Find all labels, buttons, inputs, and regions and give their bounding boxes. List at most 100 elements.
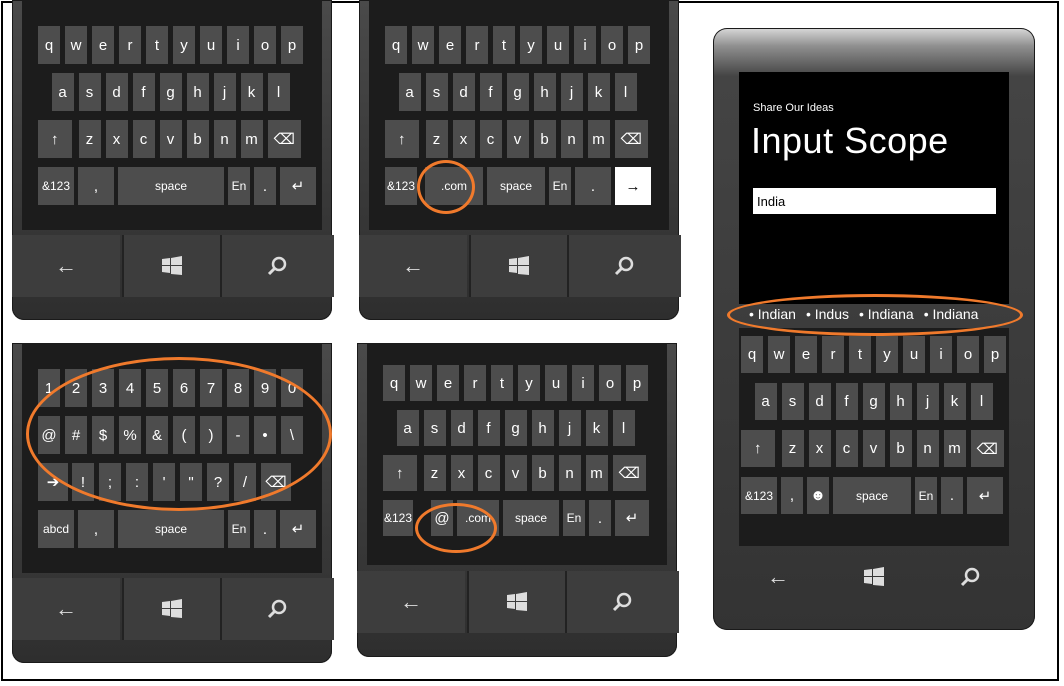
key-r[interactable]: r bbox=[464, 365, 486, 401]
key-i[interactable]: i bbox=[930, 336, 952, 373]
key-0[interactable]: 0 bbox=[281, 369, 303, 407]
key-period[interactable]: . bbox=[254, 510, 276, 548]
key-e[interactable]: e bbox=[437, 365, 459, 401]
key-j[interactable]: j bbox=[560, 73, 583, 111]
key-s[interactable]: s bbox=[781, 383, 804, 420]
key-c[interactable]: c bbox=[477, 455, 500, 491]
key-z[interactable]: z bbox=[781, 430, 804, 467]
key-m[interactable]: m bbox=[240, 120, 263, 158]
key-k[interactable]: k bbox=[943, 383, 966, 420]
key-k[interactable]: k bbox=[587, 73, 610, 111]
key-u[interactable]: u bbox=[547, 26, 569, 64]
key-letters[interactable]: abcd bbox=[38, 510, 74, 548]
key-symbols[interactable]: &123 bbox=[741, 477, 777, 514]
key-dotcom[interactable]: .com bbox=[457, 500, 499, 536]
key-p[interactable]: p bbox=[628, 26, 650, 64]
key-u[interactable]: u bbox=[545, 365, 567, 401]
key-o[interactable]: o bbox=[599, 365, 621, 401]
key-space[interactable]: space bbox=[487, 167, 545, 205]
key-c[interactable]: c bbox=[479, 120, 502, 158]
key-m[interactable]: m bbox=[587, 120, 610, 158]
key-n[interactable]: n bbox=[560, 120, 583, 158]
key-w[interactable]: w bbox=[65, 26, 87, 64]
key-m[interactable]: m bbox=[585, 455, 608, 491]
key-6[interactable]: 6 bbox=[173, 369, 195, 407]
key-symbols[interactable]: &123 bbox=[383, 500, 413, 536]
key-n[interactable]: n bbox=[213, 120, 236, 158]
back-button[interactable]: ← bbox=[12, 578, 120, 640]
key-t[interactable]: t bbox=[491, 365, 513, 401]
key-z[interactable]: z bbox=[78, 120, 101, 158]
key-paren-close[interactable]: ) bbox=[200, 416, 222, 454]
key-period[interactable]: . bbox=[589, 500, 611, 536]
key-space[interactable]: space bbox=[118, 167, 224, 205]
key-o[interactable]: o bbox=[601, 26, 623, 64]
key-comma[interactable]: , bbox=[78, 510, 114, 548]
key-y[interactable]: y bbox=[173, 26, 195, 64]
key-2[interactable]: 2 bbox=[65, 369, 87, 407]
key-l[interactable]: l bbox=[612, 410, 635, 446]
key-z[interactable]: z bbox=[425, 120, 448, 158]
key-exclaim[interactable]: ! bbox=[72, 463, 94, 501]
key-bullet[interactable]: • bbox=[254, 416, 276, 454]
key-enter[interactable]: ↵ bbox=[615, 500, 649, 536]
key-hash[interactable]: # bbox=[65, 416, 87, 454]
key-h[interactable]: h bbox=[889, 383, 912, 420]
key-s[interactable]: s bbox=[425, 73, 448, 111]
key-arrow[interactable]: ➔ bbox=[38, 463, 68, 501]
key-go[interactable]: → bbox=[615, 167, 651, 205]
key-p[interactable]: p bbox=[626, 365, 648, 401]
key-z[interactable]: z bbox=[423, 455, 446, 491]
start-button[interactable] bbox=[122, 235, 220, 297]
key-e[interactable]: e bbox=[795, 336, 817, 373]
key-dollar[interactable]: $ bbox=[92, 416, 114, 454]
key-p[interactable]: p bbox=[984, 336, 1006, 373]
key-l[interactable]: l bbox=[614, 73, 637, 111]
key-space[interactable]: space bbox=[833, 477, 911, 514]
start-button[interactable] bbox=[469, 235, 567, 297]
key-quote[interactable]: " bbox=[180, 463, 202, 501]
key-s[interactable]: s bbox=[78, 73, 101, 111]
key-r[interactable]: r bbox=[822, 336, 844, 373]
key-d[interactable]: d bbox=[105, 73, 128, 111]
key-r[interactable]: r bbox=[119, 26, 141, 64]
key-j[interactable]: j bbox=[916, 383, 939, 420]
key-o[interactable]: o bbox=[957, 336, 979, 373]
key-ampersand[interactable]: & bbox=[146, 416, 168, 454]
key-h[interactable]: h bbox=[533, 73, 556, 111]
key-dotcom[interactable]: .com bbox=[425, 167, 483, 205]
key-question[interactable]: ? bbox=[207, 463, 229, 501]
search-button[interactable] bbox=[565, 571, 679, 633]
key-language[interactable]: En bbox=[563, 500, 585, 536]
key-g[interactable]: g bbox=[159, 73, 182, 111]
key-b[interactable]: b bbox=[889, 430, 912, 467]
key-v[interactable]: v bbox=[862, 430, 885, 467]
suggestion-item[interactable]: • Indian bbox=[749, 306, 796, 322]
key-f[interactable]: f bbox=[479, 73, 502, 111]
key-percent[interactable]: % bbox=[119, 416, 141, 454]
suggestion-item[interactable]: • Indus bbox=[806, 306, 849, 322]
key-n[interactable]: n bbox=[916, 430, 939, 467]
key-language[interactable]: En bbox=[915, 477, 937, 514]
key-enter[interactable]: ↵ bbox=[967, 477, 1003, 514]
search-button[interactable] bbox=[921, 546, 1021, 608]
key-n[interactable]: n bbox=[558, 455, 581, 491]
key-j[interactable]: j bbox=[213, 73, 236, 111]
key-i[interactable]: i bbox=[572, 365, 594, 401]
key-b[interactable]: b bbox=[186, 120, 209, 158]
key-f[interactable]: f bbox=[132, 73, 155, 111]
key-7[interactable]: 7 bbox=[200, 369, 222, 407]
key-y[interactable]: y bbox=[520, 26, 542, 64]
suggestion-item[interactable]: • Indiana bbox=[924, 306, 979, 322]
key-3[interactable]: 3 bbox=[92, 369, 114, 407]
key-f[interactable]: f bbox=[477, 410, 500, 446]
key-q[interactable]: q bbox=[383, 365, 405, 401]
key-r[interactable]: r bbox=[466, 26, 488, 64]
key-comma[interactable]: , bbox=[781, 477, 803, 514]
key-g[interactable]: g bbox=[862, 383, 885, 420]
key-at[interactable]: @ bbox=[431, 500, 453, 536]
suggestion-item[interactable]: • Indiana bbox=[859, 306, 914, 322]
key-q[interactable]: q bbox=[741, 336, 763, 373]
start-button[interactable] bbox=[827, 546, 921, 608]
key-backspace[interactable]: ⌫ bbox=[267, 120, 301, 158]
